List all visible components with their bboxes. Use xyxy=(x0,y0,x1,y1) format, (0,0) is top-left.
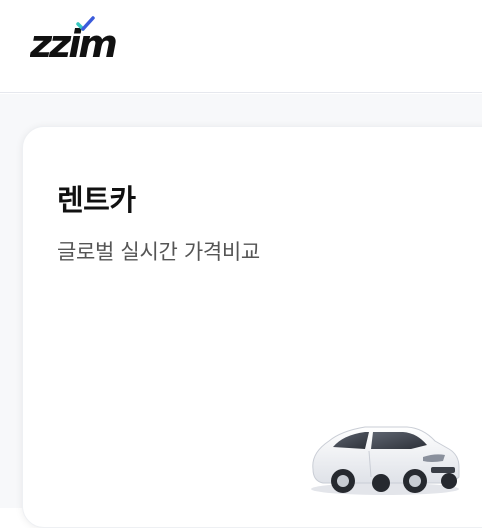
car-wheel-rear xyxy=(331,469,355,493)
logo-text: zzim xyxy=(30,22,116,60)
card-title: 렌트카 xyxy=(57,183,136,217)
zzim-logo[interactable]: zzim xyxy=(30,16,126,60)
car-icon xyxy=(311,426,460,495)
card-subtitle: 글로벌 실시간 가격비교 xyxy=(57,240,260,264)
car-wheel-front xyxy=(403,469,427,493)
app-header: zzim xyxy=(0,0,482,93)
rentcar-card[interactable]: 렌트카 글로벌 실시간 가격비교 xyxy=(22,126,482,528)
